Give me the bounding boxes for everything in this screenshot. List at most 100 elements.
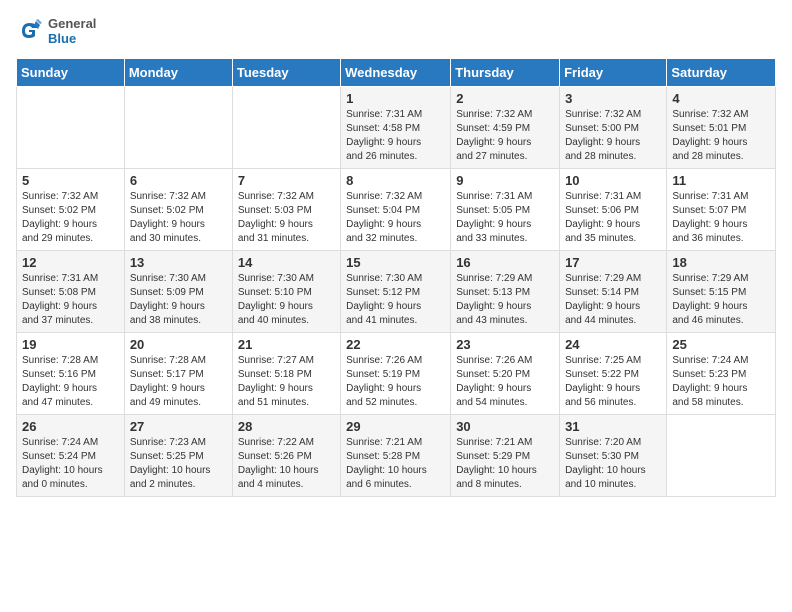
calendar-cell: 7 Sunrise: 7:32 AM Sunset: 5:03 PM Daylig…: [232, 169, 340, 251]
day-number: 28: [238, 419, 335, 434]
calendar-cell: 17 Sunrise: 7:29 AM Sunset: 5:14 PM Dayli…: [560, 251, 667, 333]
calendar-cell: 11Sunrise: 7:31 AM Sunset: 5:07 PM Dayli…: [667, 169, 776, 251]
day-number: 17: [565, 255, 661, 270]
page-header: General Blue: [16, 16, 776, 46]
day-info: Sunrise: 7:21 AM Sunset: 5:28 PM Dayligh…: [346, 436, 445, 492]
day-info: Sunrise: 7:31 AM Sunset: 5:08 PM Dayligh…: [22, 272, 119, 328]
day-info: Sunrise: 7:23 AM Sunset: 5:25 PM Dayligh…: [130, 436, 227, 492]
day-number: 24: [565, 337, 661, 352]
day-info: Sunrise: 7:31 AM Sunset: 4:58 PM Dayligh…: [346, 108, 445, 164]
calendar-cell: 22 Sunrise: 7:26 AM Sunset: 5:19 PM Dayli…: [341, 333, 451, 415]
day-info: Sunrise: 7:32 AM Sunset: 5:03 PM Dayligh…: [238, 190, 335, 246]
day-info: Sunrise: 7:26 AM Sunset: 5:20 PM Dayligh…: [456, 354, 554, 410]
calendar-cell: [232, 87, 340, 169]
day-info: Sunrise: 7:32 AM Sunset: 5:02 PM Dayligh…: [130, 190, 227, 246]
day-number: 27: [130, 419, 227, 434]
calendar-cell: 2 Sunrise: 7:32 AM Sunset: 4:59 PM Daylig…: [451, 87, 560, 169]
calendar-cell: 12 Sunrise: 7:31 AM Sunset: 5:08 PM Dayli…: [17, 251, 125, 333]
day-info: Sunrise: 7:31 AM Sunset: 5:07 PM Dayligh…: [672, 190, 770, 246]
calendar-cell: 5 Sunrise: 7:32 AM Sunset: 5:02 PM Daylig…: [17, 169, 125, 251]
day-number: 12: [22, 255, 119, 270]
calendar-cell: 13 Sunrise: 7:30 AM Sunset: 5:09 PM Dayli…: [124, 251, 232, 333]
day-number: 26: [22, 419, 119, 434]
calendar-cell: 24 Sunrise: 7:25 AM Sunset: 5:22 PM Dayli…: [560, 333, 667, 415]
day-number: 2: [456, 91, 554, 106]
calendar-cell: 18Sunrise: 7:29 AM Sunset: 5:15 PM Dayli…: [667, 251, 776, 333]
day-info: Sunrise: 7:25 AM Sunset: 5:22 PM Dayligh…: [565, 354, 661, 410]
day-info: Sunrise: 7:24 AM Sunset: 5:24 PM Dayligh…: [22, 436, 119, 492]
day-info: Sunrise: 7:30 AM Sunset: 5:12 PM Dayligh…: [346, 272, 445, 328]
calendar-cell: 31 Sunrise: 7:20 AM Sunset: 5:30 PM Dayli…: [560, 415, 667, 497]
weekday-header-saturday: Saturday: [667, 59, 776, 87]
day-info: Sunrise: 7:31 AM Sunset: 5:05 PM Dayligh…: [456, 190, 554, 246]
calendar-cell: 1Sunrise: 7:31 AM Sunset: 4:58 PM Daylig…: [341, 87, 451, 169]
calendar-cell: 26 Sunrise: 7:24 AM Sunset: 5:24 PM Dayli…: [17, 415, 125, 497]
day-number: 30: [456, 419, 554, 434]
day-number: 31: [565, 419, 661, 434]
day-number: 16: [456, 255, 554, 270]
day-number: 8: [346, 173, 445, 188]
calendar-cell: 25 Sunrise: 7:24 AM Sunset: 5:23 PM Dayli…: [667, 333, 776, 415]
day-number: 4: [672, 91, 770, 106]
day-number: 6: [130, 173, 227, 188]
calendar-cell: 19 Sunrise: 7:28 AM Sunset: 5:16 PM Dayli…: [17, 333, 125, 415]
calendar-cell: 9 Sunrise: 7:31 AM Sunset: 5:05 PM Daylig…: [451, 169, 560, 251]
day-number: 9: [456, 173, 554, 188]
day-number: 10: [565, 173, 661, 188]
day-number: 13: [130, 255, 227, 270]
weekday-header-wednesday: Wednesday: [341, 59, 451, 87]
day-info: Sunrise: 7:26 AM Sunset: 5:19 PM Dayligh…: [346, 354, 445, 410]
weekday-header-sunday: Sunday: [17, 59, 125, 87]
calendar-cell: 27 Sunrise: 7:23 AM Sunset: 5:25 PM Dayli…: [124, 415, 232, 497]
day-info: Sunrise: 7:24 AM Sunset: 5:23 PM Dayligh…: [672, 354, 770, 410]
day-info: Sunrise: 7:32 AM Sunset: 4:59 PM Dayligh…: [456, 108, 554, 164]
day-info: Sunrise: 7:20 AM Sunset: 5:30 PM Dayligh…: [565, 436, 661, 492]
calendar-cell: 6 Sunrise: 7:32 AM Sunset: 5:02 PM Daylig…: [124, 169, 232, 251]
day-info: Sunrise: 7:32 AM Sunset: 5:01 PM Dayligh…: [672, 108, 770, 164]
day-number: 29: [346, 419, 445, 434]
calendar-cell: [17, 87, 125, 169]
weekday-header-thursday: Thursday: [451, 59, 560, 87]
weekday-header-monday: Monday: [124, 59, 232, 87]
calendar-cell: [124, 87, 232, 169]
day-number: 19: [22, 337, 119, 352]
weekday-header-friday: Friday: [560, 59, 667, 87]
calendar-table: SundayMondayTuesdayWednesdayThursdayFrid…: [16, 58, 776, 497]
calendar-cell: 16 Sunrise: 7:29 AM Sunset: 5:13 PM Dayli…: [451, 251, 560, 333]
day-info: Sunrise: 7:29 AM Sunset: 5:14 PM Dayligh…: [565, 272, 661, 328]
logo-text: General Blue: [48, 16, 96, 46]
calendar-cell: 4 Sunrise: 7:32 AM Sunset: 5:01 PM Daylig…: [667, 87, 776, 169]
calendar-cell: 28Sunrise: 7:22 AM Sunset: 5:26 PM Dayli…: [232, 415, 340, 497]
calendar-cell: 23 Sunrise: 7:26 AM Sunset: 5:20 PM Dayli…: [451, 333, 560, 415]
day-info: Sunrise: 7:30 AM Sunset: 5:10 PM Dayligh…: [238, 272, 335, 328]
day-info: Sunrise: 7:31 AM Sunset: 5:06 PM Dayligh…: [565, 190, 661, 246]
day-number: 20: [130, 337, 227, 352]
calendar-cell: 10 Sunrise: 7:31 AM Sunset: 5:06 PM Dayli…: [560, 169, 667, 251]
logo: General Blue: [16, 16, 96, 46]
logo-icon: [16, 17, 44, 45]
day-number: 21: [238, 337, 335, 352]
day-info: Sunrise: 7:30 AM Sunset: 5:09 PM Dayligh…: [130, 272, 227, 328]
calendar-cell: 14 Sunrise: 7:30 AM Sunset: 5:10 PM Dayli…: [232, 251, 340, 333]
calendar-cell: 3Sunrise: 7:32 AM Sunset: 5:00 PM Daylig…: [560, 87, 667, 169]
day-number: 25: [672, 337, 770, 352]
calendar-cell: 20Sunrise: 7:28 AM Sunset: 5:17 PM Dayli…: [124, 333, 232, 415]
day-number: 22: [346, 337, 445, 352]
day-number: 23: [456, 337, 554, 352]
weekday-header-tuesday: Tuesday: [232, 59, 340, 87]
day-number: 15: [346, 255, 445, 270]
day-number: 14: [238, 255, 335, 270]
day-number: 7: [238, 173, 335, 188]
calendar-cell: 30Sunrise: 7:21 AM Sunset: 5:29 PM Dayli…: [451, 415, 560, 497]
calendar-cell: 21 Sunrise: 7:27 AM Sunset: 5:18 PM Dayli…: [232, 333, 340, 415]
calendar-cell: 29 Sunrise: 7:21 AM Sunset: 5:28 PM Dayli…: [341, 415, 451, 497]
day-number: 5: [22, 173, 119, 188]
day-number: 18: [672, 255, 770, 270]
day-info: Sunrise: 7:32 AM Sunset: 5:00 PM Dayligh…: [565, 108, 661, 164]
day-info: Sunrise: 7:28 AM Sunset: 5:16 PM Dayligh…: [22, 354, 119, 410]
calendar-cell: 8 Sunrise: 7:32 AM Sunset: 5:04 PM Daylig…: [341, 169, 451, 251]
day-info: Sunrise: 7:29 AM Sunset: 5:13 PM Dayligh…: [456, 272, 554, 328]
day-info: Sunrise: 7:32 AM Sunset: 5:02 PM Dayligh…: [22, 190, 119, 246]
day-info: Sunrise: 7:27 AM Sunset: 5:18 PM Dayligh…: [238, 354, 335, 410]
day-info: Sunrise: 7:32 AM Sunset: 5:04 PM Dayligh…: [346, 190, 445, 246]
